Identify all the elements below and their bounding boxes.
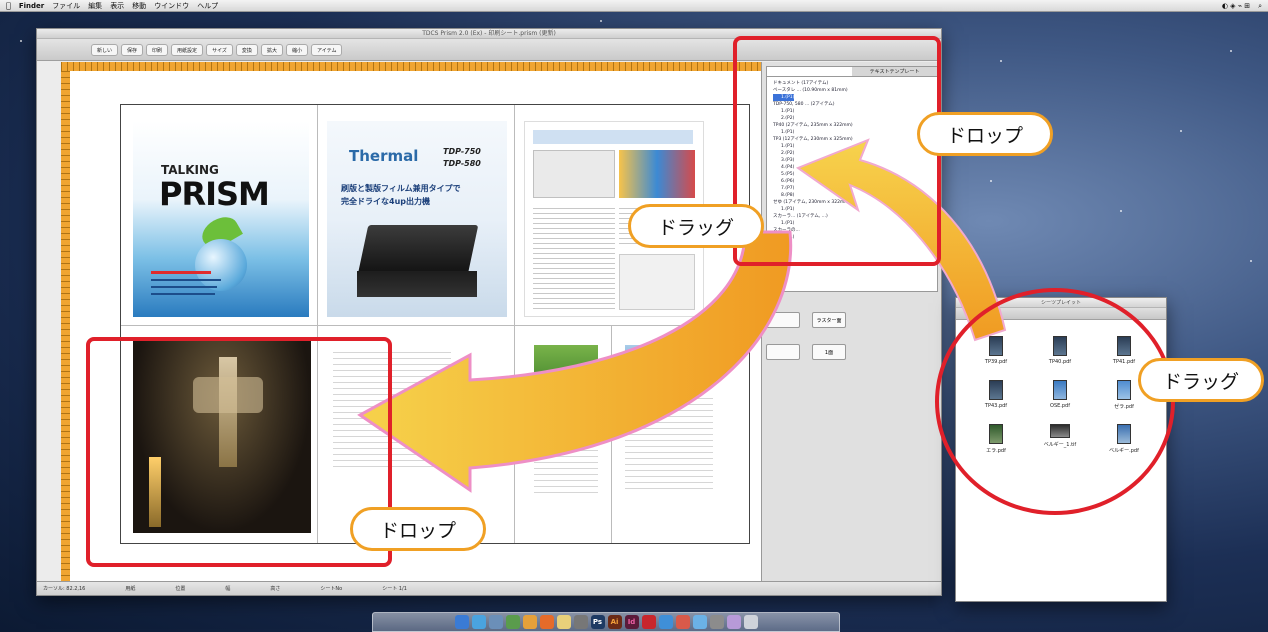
firefox-icon[interactable] [539,615,554,629]
toolbar-button-convert[interactable]: 変換 [235,43,258,56]
page1-text-block [151,271,211,274]
annotation-label-drop: ドロップ [350,507,486,551]
horizontal-ruler [61,62,761,71]
panel-button-3[interactable] [766,344,800,360]
page1-text-block [151,293,215,295]
page3-header [533,130,693,144]
sheet-gridline [121,325,749,326]
status-sheet-count: シート 1/1 [382,586,407,592]
toolbar-button-zoom-in[interactable]: 拡大 [260,43,283,56]
page2-heading: Thermal [349,147,419,165]
status-sheet-no: シートNo [320,586,343,592]
messages-icon[interactable] [726,615,741,629]
status-icons[interactable]: ◐ ◈ ⌁ ⊞ [1222,0,1250,12]
menu-window[interactable]: ウインドウ [154,0,189,12]
panel-button-one-up[interactable]: 1面 [812,344,846,360]
panel-button-raster[interactable]: ラスター面 [812,312,846,328]
water-drop-illustration [195,239,247,291]
status-cursor: カーソル: 82.2,16 [43,586,86,592]
acrobat-icon[interactable] [641,615,656,629]
page2-tagline2: 完全ドライな4up出力機 [341,197,430,206]
drag-source-highlight [935,288,1175,515]
page3-text-block [533,204,615,312]
annotation-label-drop: ドロップ [917,112,1053,156]
page5-photo [534,345,598,395]
toolbar-button-page-setup[interactable]: 用紙設定 [171,43,204,56]
ical-icon[interactable] [675,615,690,629]
page1-title-line2: PRISM [159,175,270,213]
page6-photo [625,345,713,385]
dock: Ps Ai Id [372,612,840,632]
calendar-icon[interactable] [573,615,588,629]
annotation-label-drag: ドラッグ [628,204,764,248]
status-height: 高さ [270,586,281,592]
mail-icon[interactable] [488,615,503,629]
toolbar-button-item[interactable]: アイテム [310,43,343,56]
toolbar-button-zoom-out[interactable]: 縮小 [285,43,308,56]
photos-icon[interactable] [505,615,520,629]
page3-diagram [619,150,695,198]
page-sky-cover[interactable] [619,337,719,533]
safari-icon[interactable] [471,615,486,629]
page3-table [619,254,695,310]
page1-text-block [151,279,221,281]
page1-text-block [151,286,217,288]
panel-button-1[interactable] [766,312,800,328]
menu-view[interactable]: 表示 [110,0,124,12]
chrome-icon[interactable] [522,615,537,629]
page6-text-block [625,393,713,493]
toolbar-button-save[interactable]: 保存 [121,43,144,56]
photoshop-icon[interactable]: Ps [590,615,605,629]
annotation-label-drag: ドラッグ [1138,358,1264,402]
spotlight-icon[interactable]: ⌕ [1258,0,1262,12]
toolbar-button-new[interactable]: 新しい [91,43,119,56]
trash-icon[interactable] [743,615,758,629]
menu-file[interactable]: ファイル [52,0,80,12]
finder-icon[interactable] [454,615,469,629]
page-thermal-platesetter[interactable]: Thermal TDP-750 TDP-580 刷版と製版フィルム兼用タイプで … [327,121,507,317]
itunes-icon[interactable] [692,615,707,629]
preview-icon[interactable] [658,615,673,629]
status-position: 位置 [175,586,186,592]
toolbar-button-print[interactable]: 印刷 [146,43,169,56]
toolbar-button-size[interactable]: サイズ [206,43,233,56]
drop-target-highlight [733,36,941,266]
settings-icon[interactable] [709,615,724,629]
menu-bar:  Finder ファイル 編集 表示 移動 ウインドウ ヘルプ ◐ ◈ ⌁ ⊞… [0,0,1268,12]
status-paper: 用紙 [125,586,136,592]
page5-text-block [534,403,598,493]
apple-menu-icon[interactable]:  [6,0,11,12]
sheet-gridline [611,325,612,543]
page3-diagram [533,150,615,198]
vertical-ruler [61,71,70,583]
menu-go[interactable]: 移動 [132,0,146,12]
sheet-gridline [514,105,515,543]
page2-model2: TDP-580 [443,159,481,168]
illustrator-icon[interactable]: Ai [607,615,622,629]
page-talking-prism[interactable]: TALKING PRISM [133,121,309,317]
platesetter-machine-image [357,225,479,275]
status-width: 幅 [225,586,231,592]
notes-icon[interactable] [556,615,571,629]
menu-help[interactable]: ヘルプ [197,0,218,12]
menu-edit[interactable]: 編集 [88,0,102,12]
page2-model1: TDP-750 [443,147,481,156]
menu-app-name[interactable]: Finder [19,0,44,12]
indesign-icon[interactable]: Id [624,615,639,629]
page2-tagline1: 刷版と製版フィルム兼用タイプで [341,184,461,193]
platesetter-base-image [357,271,477,297]
drop-target-highlight [86,337,392,567]
status-bar: カーソル: 82.2,16 用紙 位置 幅 高さ シートNo シート 1/1 [37,581,941,595]
page-green-cover[interactable] [524,337,608,533]
